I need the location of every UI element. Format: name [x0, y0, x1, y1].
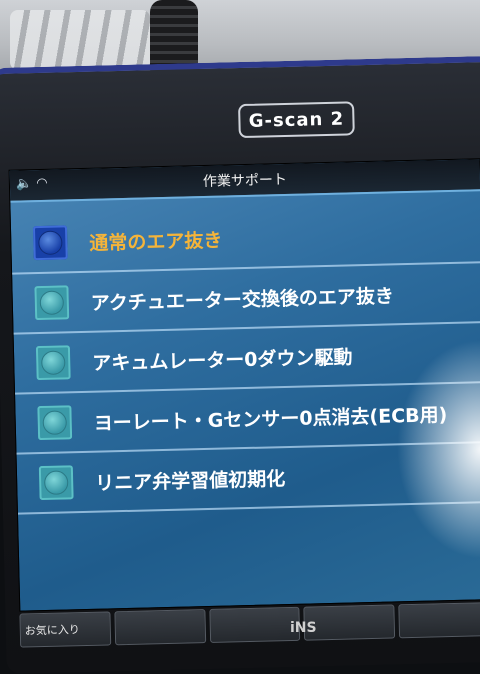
air-vent	[10, 10, 150, 70]
menu-item-label: アクチュエーター交換後のエア抜き	[90, 284, 395, 315]
menu-item-icon	[32, 225, 68, 261]
device-logo: G-scan 2	[238, 101, 355, 139]
menu-item-label: 通常のエア抜き	[89, 229, 223, 255]
softkey-4[interactable]	[303, 604, 396, 641]
title-bar: 🔈 ◠ 作業サポート	[9, 159, 480, 203]
menu-item-icon	[34, 285, 70, 321]
brand-label: iNS	[290, 620, 317, 636]
device-screen: 🔈 ◠ 作業サポート 通常のエア抜き アクチュエーター交換後のエア抜き アキュム…	[8, 158, 480, 612]
scan-tool-device: G-scan 2 🔈 ◠ 作業サポート 通常のエア抜き アクチュエーター交換後の…	[0, 55, 480, 674]
menu-item-actuator-bleed[interactable]: アクチュエーター交換後のエア抜き	[12, 263, 480, 335]
screen-glare	[393, 338, 480, 562]
menu-item-icon	[37, 405, 73, 441]
softkey-3[interactable]	[208, 606, 301, 643]
screen-title: 作業サポート	[202, 171, 288, 190]
menu-item-icon	[35, 345, 71, 381]
menu-item-label: リニア弁学習値初期化	[94, 467, 286, 495]
menu-item-icon	[38, 465, 74, 501]
favorites-softkey[interactable]: お気に入り	[19, 611, 112, 648]
softkey-5[interactable]	[398, 602, 480, 639]
menu-item-label: アキュムレーター0ダウン駆動	[92, 345, 353, 375]
